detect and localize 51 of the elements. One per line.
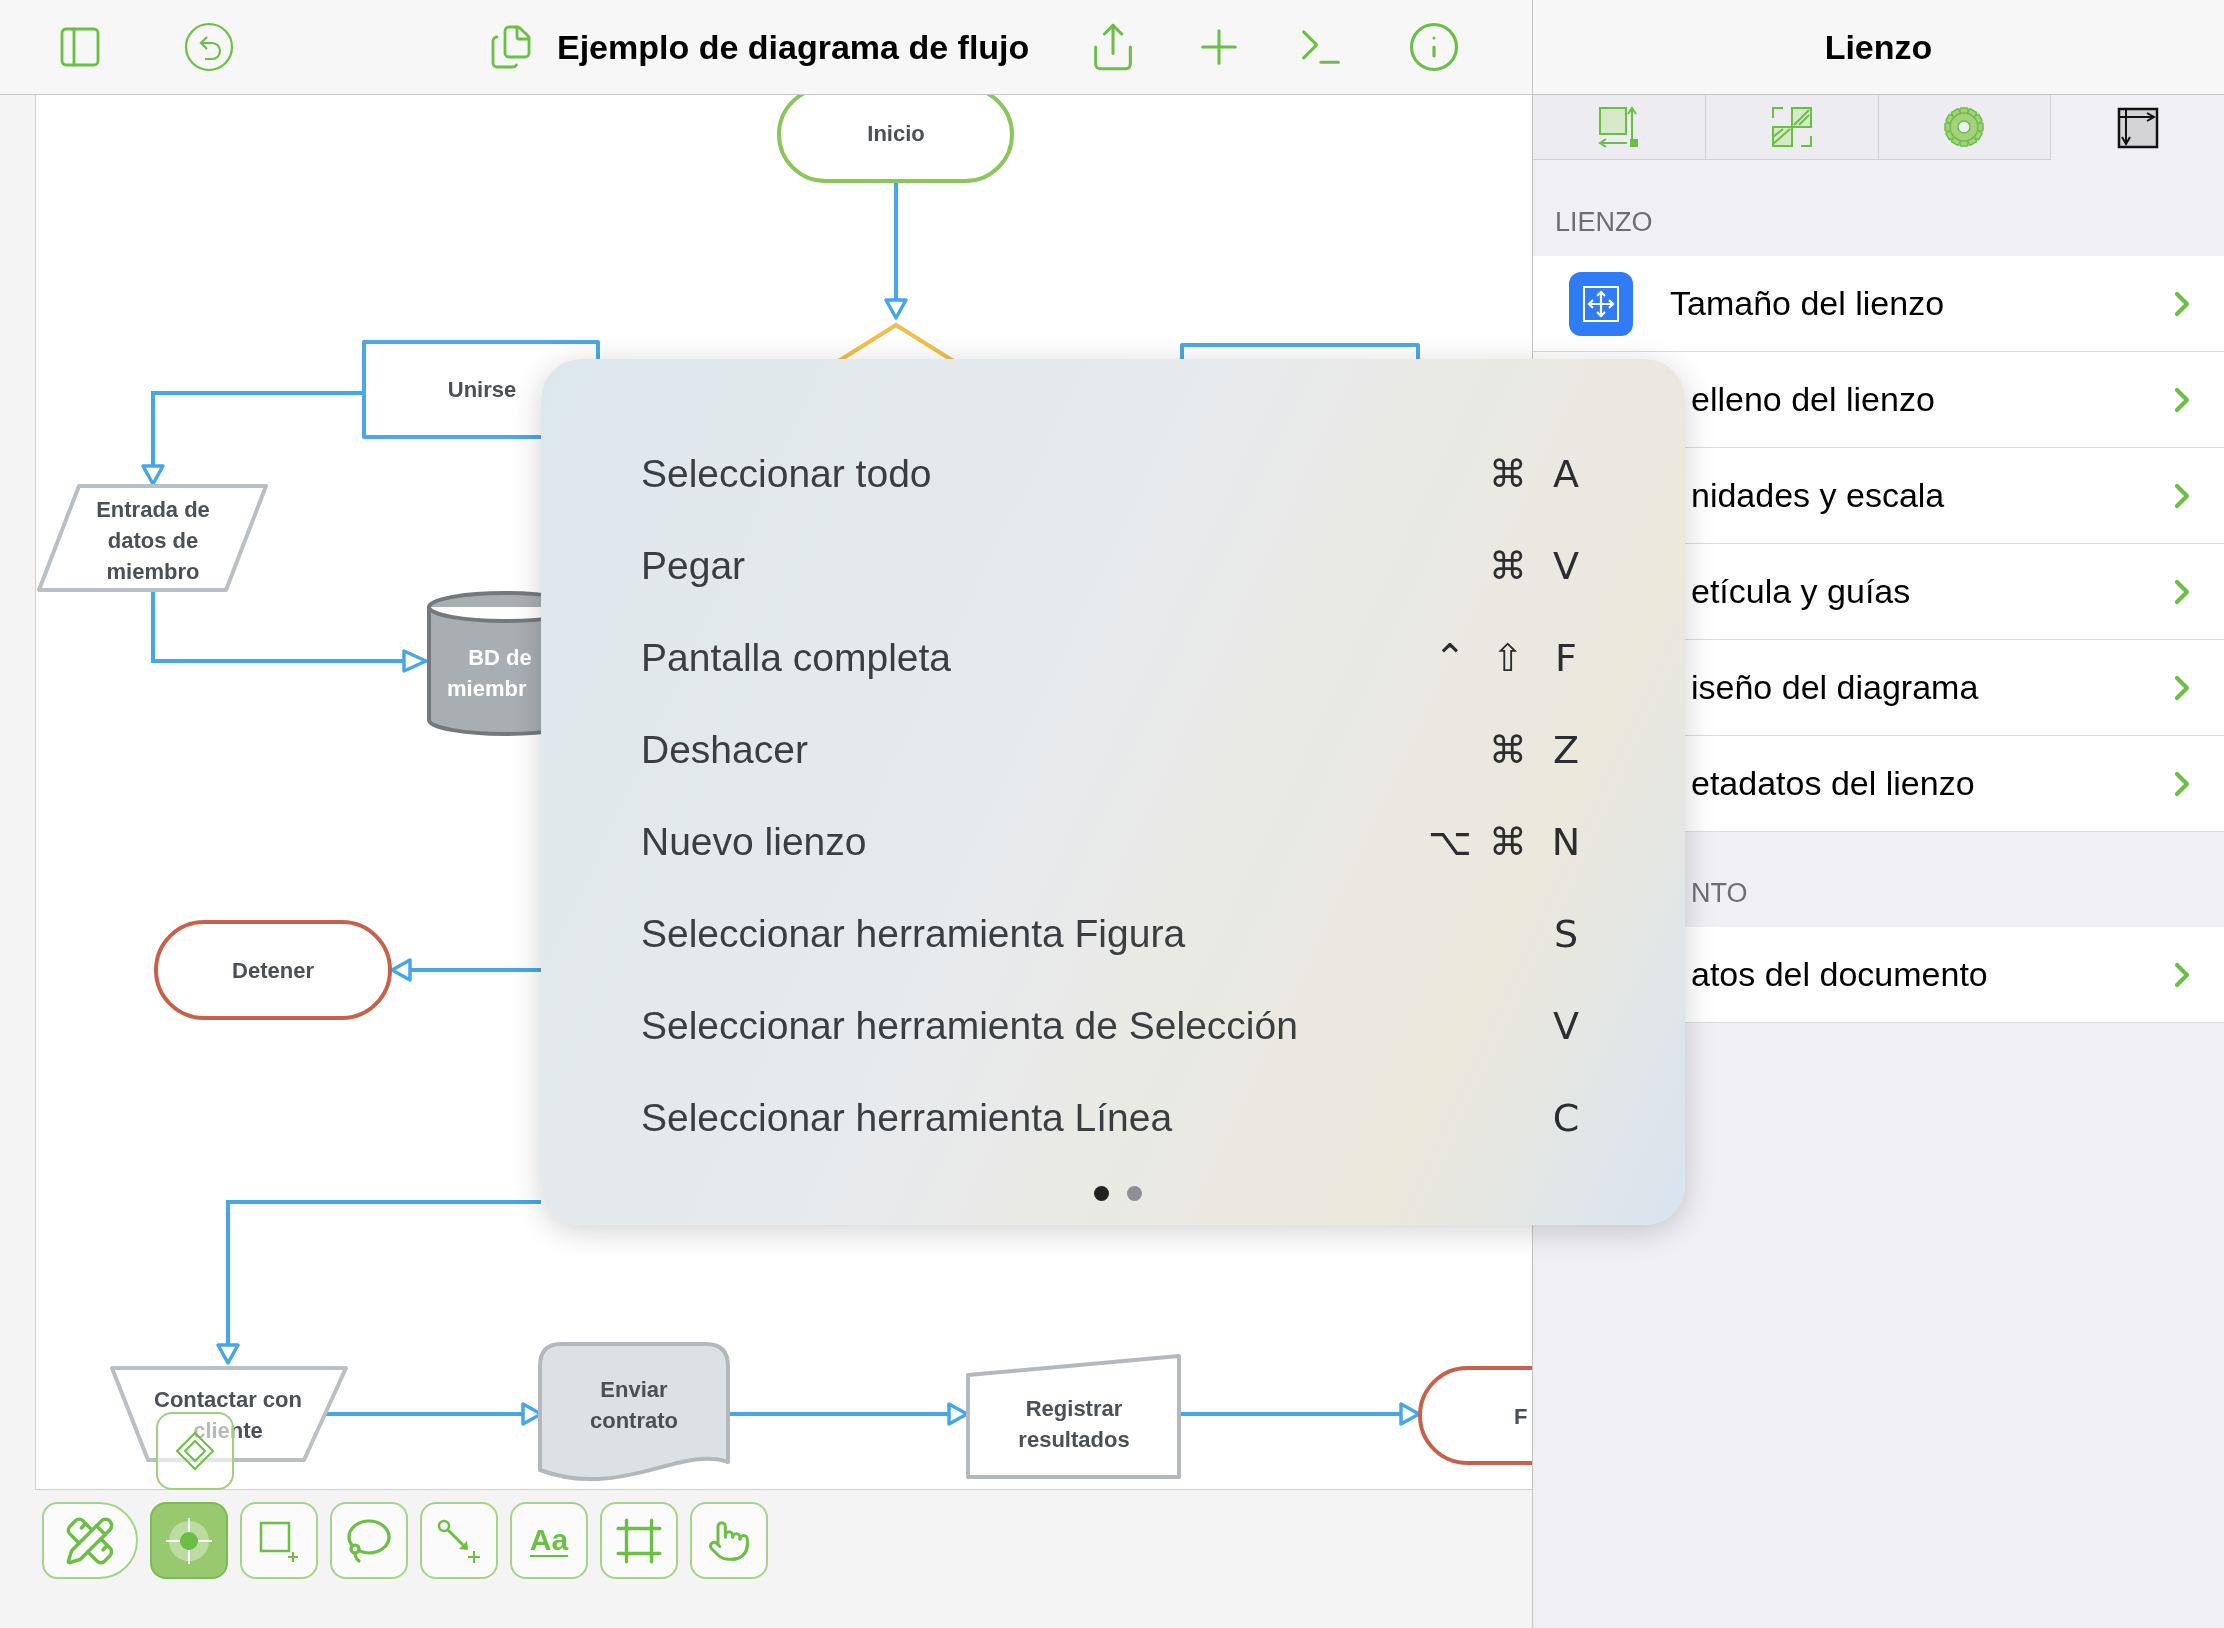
shortcut-label: Pegar <box>641 542 747 589</box>
resize-icon <box>1596 105 1641 149</box>
lasso-icon <box>345 1516 393 1565</box>
section-header: NTO <box>1691 876 1748 910</box>
undo-icon[interactable] <box>183 21 235 73</box>
crosshair-icon <box>164 1515 214 1566</box>
shortcut-key: A <box>1537 445 1595 503</box>
shortcut-key: ⌥ <box>1421 813 1479 871</box>
node-label: Enviar contrato <box>590 1377 678 1433</box>
hand-pointer-icon <box>707 1518 751 1563</box>
node-label: F <box>1514 1404 1528 1429</box>
row-label: atos del documento <box>1691 954 1989 995</box>
settings-row[interactable]: Tamaño del lienzo <box>1533 256 2224 352</box>
row-label: elleno del lienzo <box>1691 379 1936 420</box>
shortcut-label: Seleccionar todo <box>641 450 933 497</box>
node-label: Inicio <box>867 121 925 146</box>
move-icon <box>1569 271 1633 336</box>
node-label: Registrar resultados <box>1018 1396 1130 1452</box>
tool-button[interactable] <box>420 1502 498 1579</box>
shortcut-label: Seleccionar herramienta Línea <box>641 1094 1174 1141</box>
tool-button[interactable] <box>600 1502 678 1579</box>
tool-button[interactable] <box>690 1502 768 1579</box>
shortcut-label: Deshacer <box>641 726 809 773</box>
settings-icon <box>1943 106 1986 148</box>
tool-button[interactable] <box>150 1502 228 1579</box>
ruler-grid-icon <box>2116 106 2159 149</box>
section-header: LIENZO <box>1555 205 1653 239</box>
row-label: etícula y guías <box>1691 571 1912 612</box>
row-label: iseño del diagrama <box>1691 667 1980 708</box>
shortcut-label: Nuevo lienzo <box>641 818 868 865</box>
shortcut-label: Pantalla completa <box>641 634 953 681</box>
tool-button[interactable] <box>42 1502 138 1579</box>
row-label: nidades y escala <box>1691 475 1946 516</box>
tool-button[interactable] <box>240 1502 318 1579</box>
shortcut-key: C <box>1537 1089 1595 1147</box>
row-label: Tamaño del lienzo <box>1670 283 1946 324</box>
node-label: BD de miembr <box>447 645 532 701</box>
shortcut-key: ⌃ <box>1421 629 1479 687</box>
connector-icon <box>437 1518 481 1563</box>
shortcut-label: Seleccionar herramienta Figura <box>641 910 1187 957</box>
rectangle-add-icon <box>258 1519 300 1562</box>
checker-icon <box>1770 106 1813 148</box>
panel-title: Lienzo <box>1824 26 1933 68</box>
node-label: Detener <box>232 958 314 983</box>
row-label: etadatos del lienzo <box>1691 763 1976 804</box>
node-label: Entrada de datos de miembro <box>96 497 210 584</box>
text-tool-glyph: Aa <box>529 1524 569 1557</box>
tool-button[interactable] <box>330 1502 408 1579</box>
node-label: Unirse <box>447 377 517 402</box>
document-title: Ejemplo de diagrama de flujo <box>557 26 1030 68</box>
shortcut-label: Seleccionar herramienta de Selección <box>641 1002 1299 1049</box>
